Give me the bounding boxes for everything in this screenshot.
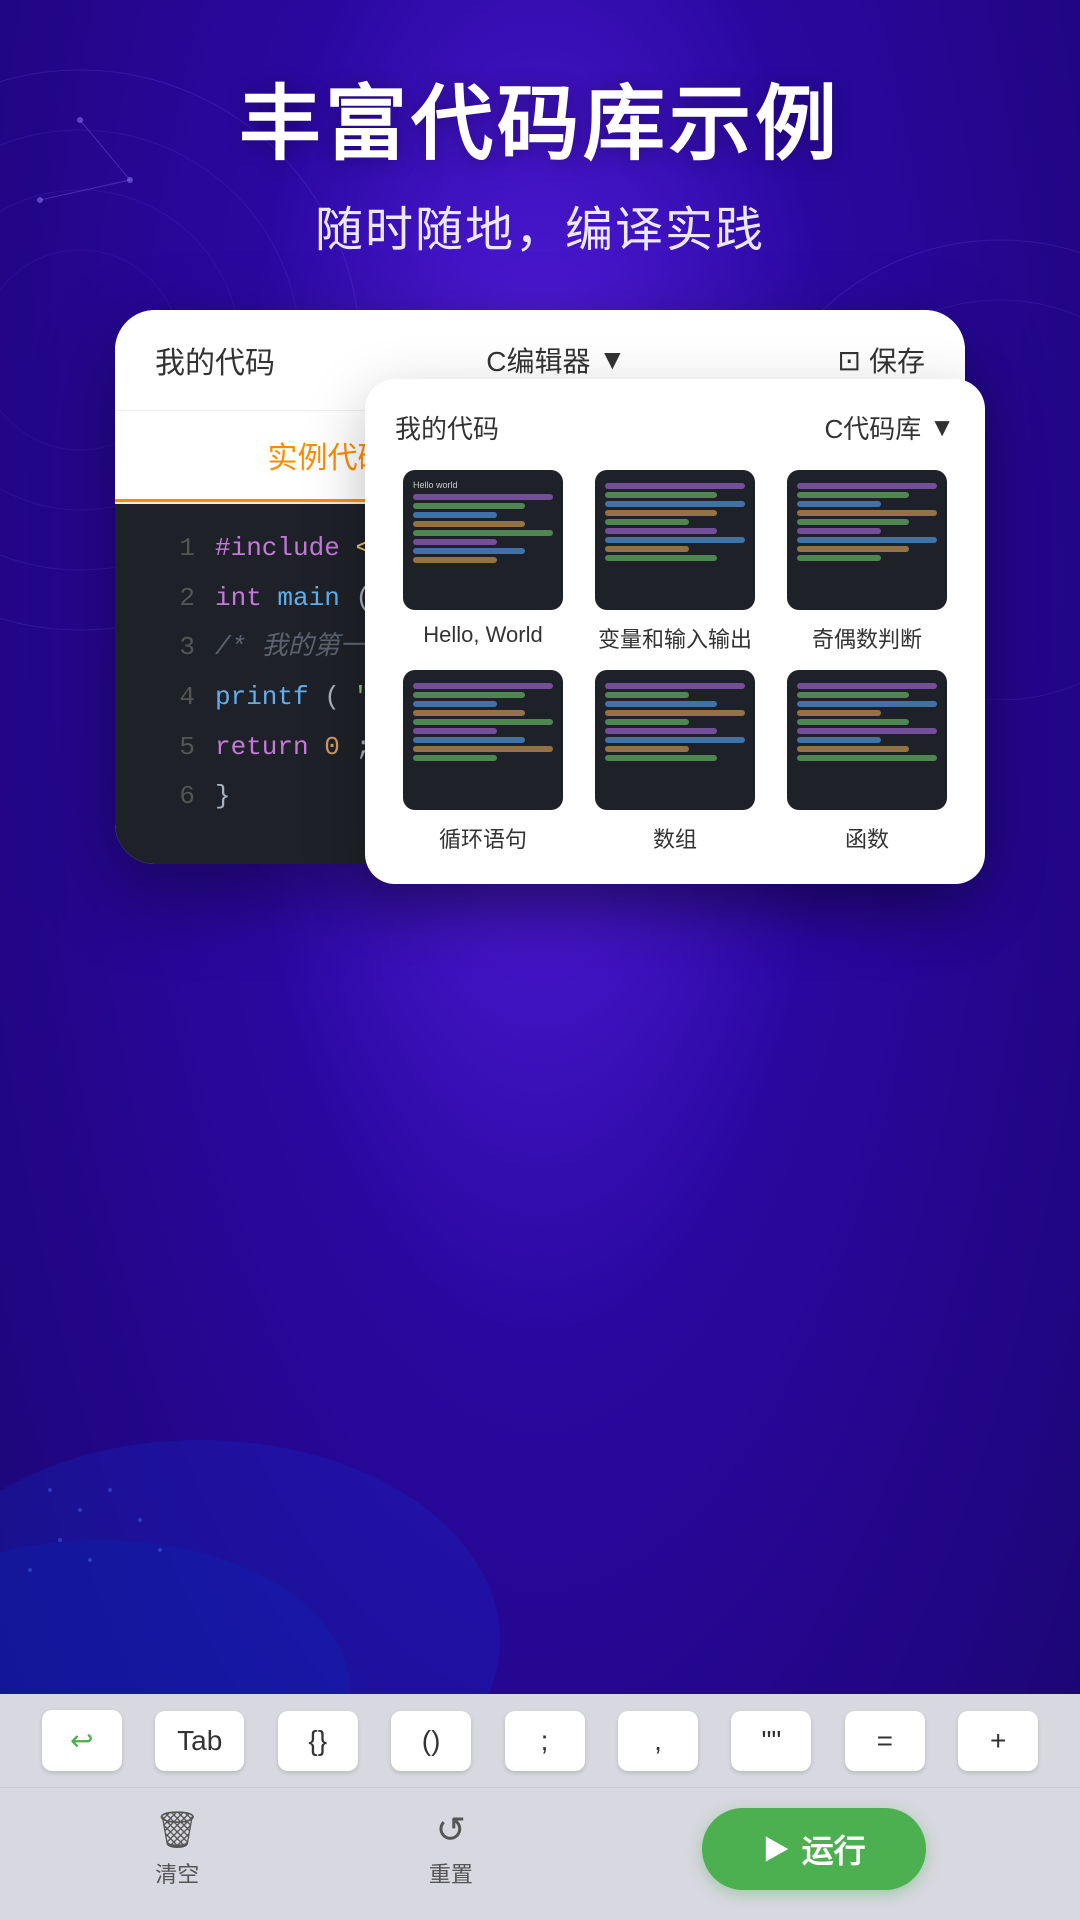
keyboard-section: ↩ Tab {} () ; , "" = + 🗑 清空 ↺ 重置 运行	[0, 1694, 1080, 1920]
code-thumbnail-6	[787, 670, 947, 810]
code-thumbnail-2	[595, 470, 755, 610]
save-icon: ⊡	[838, 344, 861, 377]
code-label-1: Hello, World	[423, 622, 542, 648]
code-thumbnail-4	[403, 670, 563, 810]
undo-key[interactable]: ↩	[42, 1710, 122, 1771]
reset-icon: ↺	[436, 1809, 466, 1851]
sub-title: 随时随地，编译实践	[239, 190, 841, 260]
code-label-4: 循环语句	[439, 822, 527, 854]
overlay-selector-label: C代码库	[824, 409, 921, 446]
code-item-loop[interactable]: 循环语句	[395, 670, 571, 854]
code-item-function[interactable]: 函数	[779, 670, 955, 854]
quote-key[interactable]: ""	[731, 1711, 811, 1771]
line-num-6: 6	[145, 776, 195, 818]
overlay-card: 我的代码 C代码库 ▼ Hello world	[365, 379, 985, 884]
code-text-5: return 0 ;	[215, 727, 371, 769]
chevron-down-icon: ▼	[599, 344, 627, 376]
overlay-selector[interactable]: C代码库 ▼	[824, 409, 955, 446]
code-grid: Hello world Hello, World	[395, 470, 955, 854]
line-num-2: 2	[145, 578, 195, 620]
code-thumbnail-1: Hello world	[403, 470, 563, 610]
line-num-5: 5	[145, 727, 195, 769]
clear-action[interactable]: 🗑 清空	[154, 1809, 200, 1889]
code-label-2: 变量和输入输出	[598, 622, 752, 654]
reset-action[interactable]: ↺ 重置	[429, 1809, 473, 1889]
clear-icon: 🗑	[154, 1809, 200, 1851]
code-label-5: 数组	[653, 822, 697, 854]
bottom-action-bar: 🗑 清空 ↺ 重置 运行	[0, 1787, 1080, 1920]
paren-key[interactable]: ()	[391, 1711, 471, 1771]
code-item-variable-io[interactable]: 变量和输入输出	[587, 470, 763, 654]
line-num-3: 3	[145, 627, 195, 669]
code-item-array[interactable]: 数组	[587, 670, 763, 854]
play-icon	[762, 1835, 790, 1863]
editor-selector[interactable]: C编辑器 ▼	[486, 340, 626, 380]
run-button[interactable]: 运行	[702, 1808, 926, 1890]
eq-key[interactable]: =	[845, 1711, 925, 1771]
brace-key[interactable]: {}	[278, 1711, 358, 1771]
chevron-down-icon-2: ▼	[929, 412, 955, 443]
plus-key[interactable]: +	[958, 1711, 1038, 1771]
code-thumbnail-3	[787, 470, 947, 610]
tab-key[interactable]: Tab	[155, 1711, 244, 1771]
line-num-4: 4	[145, 677, 195, 719]
code-text-6: }	[215, 776, 231, 818]
editor-selector-label: C编辑器	[486, 340, 590, 380]
reset-label: 重置	[429, 1857, 473, 1889]
run-label: 运行	[802, 1826, 866, 1872]
keyboard-extra-keys: ↩ Tab {} () ; , "" = +	[0, 1694, 1080, 1787]
line-num-1: 1	[145, 528, 195, 570]
code-thumbnail-5	[595, 670, 755, 810]
main-title: 丰富代码库示例	[239, 80, 841, 170]
save-label: 保存	[869, 340, 925, 380]
save-button[interactable]: ⊡ 保存	[838, 340, 925, 380]
clear-label: 清空	[155, 1857, 199, 1889]
card-title: 我的代码	[155, 338, 275, 382]
code-item-odd-even[interactable]: 奇偶数判断	[779, 470, 955, 654]
code-label-3: 奇偶数判断	[812, 622, 922, 654]
comma-key[interactable]: ,	[618, 1711, 698, 1771]
overlay-header: 我的代码 C代码库 ▼	[395, 409, 955, 446]
overlay-card-title: 我的代码	[395, 409, 499, 446]
code-item-hello-world[interactable]: Hello world Hello, World	[395, 470, 571, 654]
code-label-6: 函数	[845, 822, 889, 854]
semi-key[interactable]: ;	[505, 1711, 585, 1771]
